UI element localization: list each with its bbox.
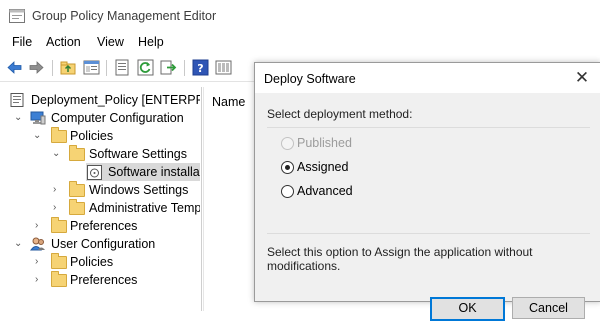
- forward-arrow-icon[interactable]: [28, 59, 45, 76]
- chevron-down-icon[interactable]: ⌄: [33, 130, 41, 141]
- tree-item-user-preferences[interactable]: › Preferences: [0, 271, 200, 289]
- console-tree: Deployment_Policy [ENTERPRIS ⌄ Computer …: [0, 87, 200, 311]
- chevron-down-icon[interactable]: ⌄: [14, 238, 22, 249]
- tree-item-administrative-templates[interactable]: › Administrative Temp: [0, 199, 200, 217]
- folder-icon: [51, 271, 67, 287]
- tree-item-label: User Configuration: [51, 237, 156, 251]
- tree-item-computer-preferences[interactable]: › Preferences: [0, 217, 200, 235]
- chevron-down-icon[interactable]: ⌄: [14, 112, 22, 123]
- folder-icon: [51, 217, 67, 233]
- tree-item-label: Software installat: [108, 165, 200, 179]
- extra-view-icon[interactable]: [215, 59, 232, 76]
- pane-splitter[interactable]: [201, 87, 202, 311]
- tree-item-computer-configuration[interactable]: ⌄ Computer Configuration: [0, 109, 200, 127]
- toolbar-separator: [184, 60, 185, 76]
- radio-button[interactable]: [281, 137, 294, 150]
- tree-item-software-settings[interactable]: ⌄ Software Settings: [0, 145, 200, 163]
- computer-icon: [30, 111, 46, 125]
- window-title: Group Policy Management Editor: [32, 9, 217, 23]
- close-icon[interactable]: ✕: [572, 68, 592, 88]
- deployment-method-label: Select deployment method:: [267, 107, 413, 121]
- properties-icon[interactable]: [114, 59, 131, 76]
- export-icon[interactable]: [160, 59, 177, 76]
- dialog-title: Deploy Software: [264, 72, 356, 86]
- radio-label: Assigned: [297, 160, 349, 174]
- divider: [267, 233, 590, 234]
- tree-item-windows-settings[interactable]: › Windows Settings: [0, 181, 200, 199]
- toolbar-separator: [52, 60, 53, 76]
- group-policy-app-icon: [9, 9, 25, 23]
- radio-button[interactable]: [281, 185, 294, 198]
- radio-button[interactable]: [281, 161, 294, 174]
- chevron-right-icon[interactable]: ›: [35, 256, 38, 267]
- radio-label: Advanced: [297, 184, 353, 198]
- menu-bar: File Action View Help: [0, 33, 600, 53]
- chevron-right-icon[interactable]: ›: [35, 220, 38, 231]
- menu-file[interactable]: File: [12, 35, 32, 49]
- back-arrow-icon[interactable]: [6, 59, 23, 76]
- pane-splitter-shadow: [203, 87, 204, 311]
- tree-item-label: Software Settings: [89, 147, 187, 161]
- dialog-body: Select deployment method: Published Assi…: [255, 93, 600, 321]
- menu-help[interactable]: Help: [138, 35, 164, 49]
- deploy-software-dialog: Deploy Software ✕ Select deployment meth…: [254, 62, 600, 321]
- menu-action[interactable]: Action: [46, 35, 81, 49]
- window-titlebar: Group Policy Management Editor: [0, 0, 600, 32]
- tree-item-label: Policies: [70, 129, 114, 143]
- column-header-name[interactable]: Name: [212, 95, 245, 109]
- software-installation-icon: [87, 165, 102, 180]
- tree-item-label: Windows Settings: [89, 183, 189, 197]
- tree-item-label: Computer Configuration: [51, 111, 184, 125]
- tree-item-policies[interactable]: ⌄ Policies: [0, 127, 200, 145]
- dialog-titlebar: Deploy Software ✕: [255, 63, 600, 93]
- option-description: Select this option to Assign the applica…: [267, 245, 533, 273]
- radio-label: Published: [297, 136, 352, 150]
- chevron-right-icon[interactable]: ›: [53, 184, 56, 195]
- tree-item-software-installation[interactable]: Software installat: [86, 163, 200, 181]
- folder-icon: [51, 253, 67, 269]
- tree-item-label: Deployment_Policy [ENTERPRIS: [31, 93, 200, 107]
- chevron-down-icon[interactable]: ⌄: [52, 148, 60, 159]
- chevron-right-icon[interactable]: ›: [53, 202, 56, 213]
- help-icon[interactable]: ?: [192, 59, 209, 76]
- chevron-right-icon[interactable]: ›: [35, 274, 38, 285]
- ok-button[interactable]: OK: [430, 297, 505, 321]
- refresh-icon[interactable]: [137, 59, 154, 76]
- tree-item-user-configuration[interactable]: ⌄ User Configuration: [0, 235, 200, 253]
- tree-item-label: Preferences: [70, 219, 138, 233]
- tree-item-label: Preferences: [70, 273, 138, 287]
- menu-view[interactable]: View: [97, 35, 124, 49]
- policy-document-icon: [10, 93, 24, 107]
- tree-item-root[interactable]: Deployment_Policy [ENTERPRIS: [0, 91, 200, 109]
- show-tree-icon[interactable]: [83, 59, 100, 76]
- folder-up-icon[interactable]: [60, 59, 77, 76]
- svg-text:?: ?: [197, 62, 203, 75]
- users-icon: [30, 237, 45, 251]
- folder-icon: [69, 199, 85, 215]
- tree-item-label: Administrative Temp: [89, 201, 200, 215]
- tree-item-user-policies[interactable]: › Policies: [0, 253, 200, 271]
- tree-item-label: Policies: [70, 255, 114, 269]
- folder-icon: [51, 127, 67, 143]
- folder-icon: [69, 145, 85, 161]
- folder-icon: [69, 181, 85, 197]
- divider: [267, 127, 590, 128]
- toolbar-separator: [106, 60, 107, 76]
- cancel-button[interactable]: Cancel: [512, 297, 585, 319]
